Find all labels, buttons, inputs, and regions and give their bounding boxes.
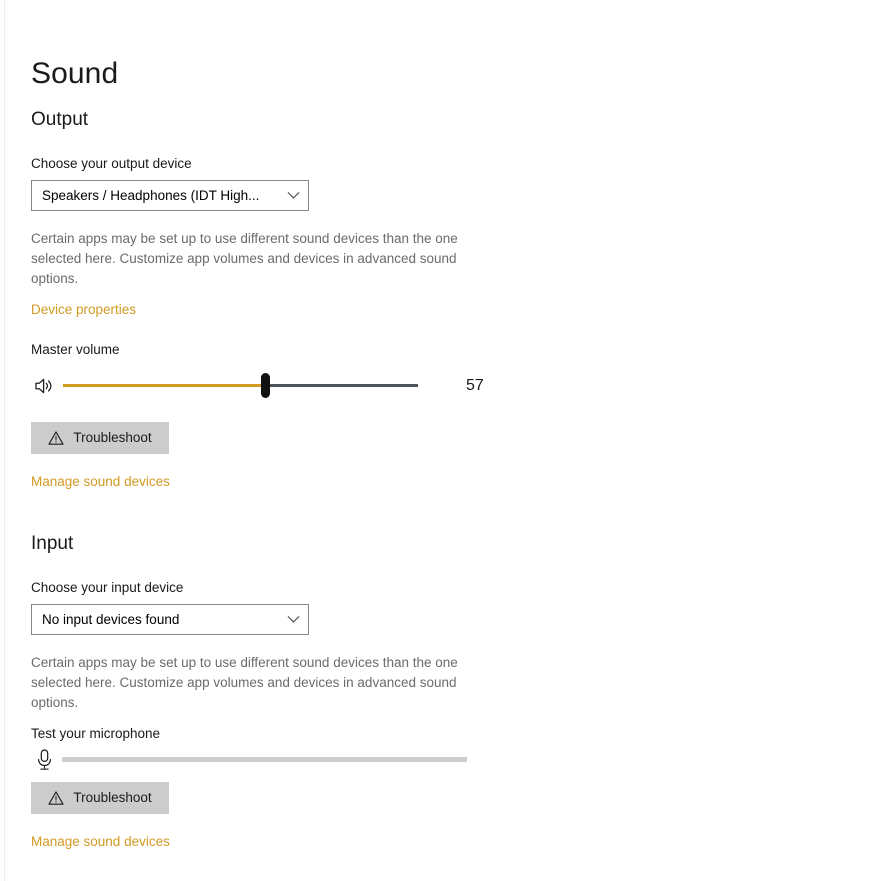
slider-thumb[interactable] bbox=[261, 373, 271, 398]
output-section-heading: Output bbox=[31, 109, 89, 130]
chevron-down-icon bbox=[278, 191, 308, 200]
input-section-heading: Input bbox=[31, 533, 74, 554]
warning-triangle-icon bbox=[48, 430, 64, 446]
output-manage-sound-devices-link[interactable]: Manage sound devices bbox=[31, 473, 170, 491]
output-description: Certain apps may be set up to use differ… bbox=[31, 231, 458, 286]
input-device-select[interactable]: No input devices found bbox=[31, 604, 309, 635]
output-troubleshoot-label: Troubleshoot bbox=[73, 430, 152, 445]
chevron-down-icon bbox=[278, 615, 308, 624]
input-device-value: No input devices found bbox=[42, 611, 180, 627]
output-troubleshoot-button[interactable]: Troubleshoot bbox=[31, 422, 169, 454]
output-device-label: Choose your output device bbox=[31, 156, 192, 171]
slider-track bbox=[265, 384, 418, 387]
input-manage-sound-devices-link[interactable]: Manage sound devices bbox=[31, 833, 170, 851]
device-properties-link[interactable]: Device properties bbox=[31, 301, 136, 319]
page-title: Sound bbox=[31, 57, 119, 90]
master-volume-slider-row: 57 bbox=[31, 371, 521, 401]
microphone-level-meter bbox=[62, 757, 467, 762]
input-description: Certain apps may be set up to use differ… bbox=[31, 655, 458, 710]
input-troubleshoot-button[interactable]: Troubleshoot bbox=[31, 782, 169, 814]
input-device-label: Choose your input device bbox=[31, 580, 184, 595]
panel-left-divider bbox=[4, 0, 5, 881]
slider-fill bbox=[63, 384, 266, 387]
master-volume-slider[interactable] bbox=[63, 373, 418, 398]
test-microphone-label: Test your microphone bbox=[31, 726, 161, 741]
microphone-test-row bbox=[31, 746, 501, 774]
warning-triangle-icon bbox=[48, 790, 64, 806]
master-volume-value: 57 bbox=[466, 377, 484, 394]
master-volume-label: Master volume bbox=[31, 342, 120, 357]
microphone-icon bbox=[34, 748, 55, 772]
speaker-volume-icon bbox=[33, 375, 55, 397]
output-device-select[interactable]: Speakers / Headphones (IDT High... bbox=[31, 180, 309, 211]
output-device-value: Speakers / Headphones (IDT High... bbox=[42, 187, 260, 203]
input-troubleshoot-label: Troubleshoot bbox=[73, 790, 152, 805]
